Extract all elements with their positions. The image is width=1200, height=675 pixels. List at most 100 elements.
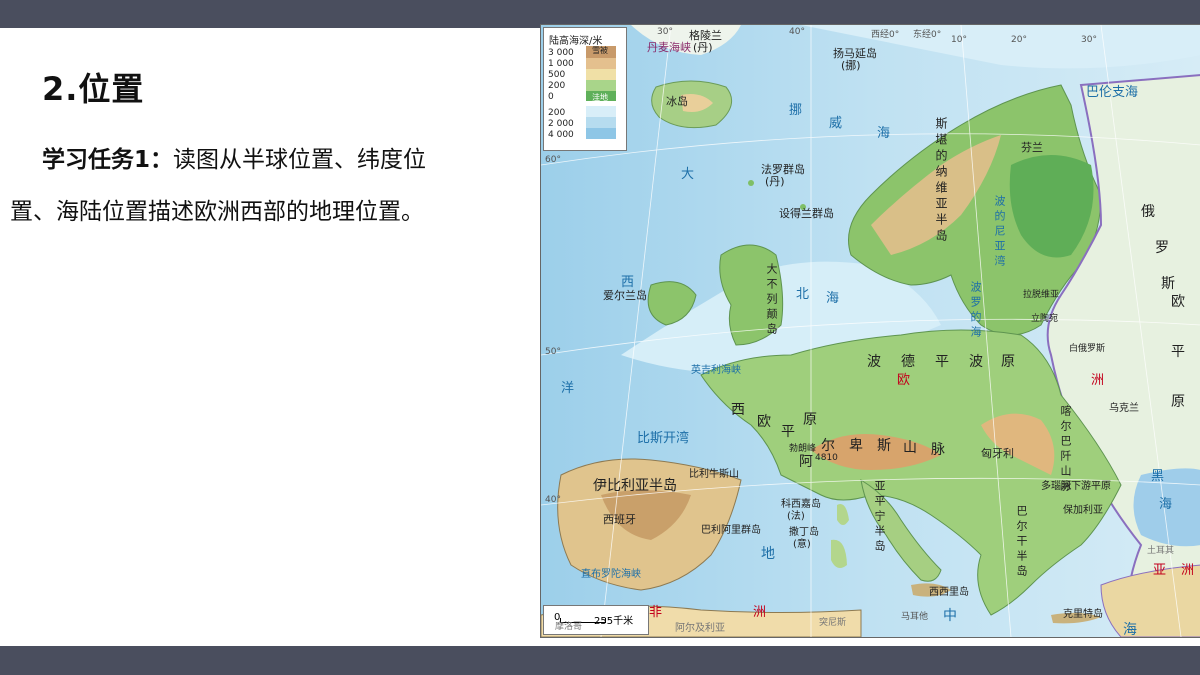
- label-apennine-peninsula: 亚平宁半岛: [873, 480, 886, 555]
- label-english-channel: 英吉利海峡: [691, 365, 741, 376]
- label-jan-mayen-no: (挪): [841, 59, 861, 72]
- label-finland: 芬兰: [1021, 141, 1043, 154]
- label-great-britain: 大不列颠岛: [765, 263, 778, 338]
- label-norwegian-sea-1: 挪: [789, 103, 803, 118]
- label-balearic: 巴利阿里群岛: [701, 525, 761, 536]
- label-malta: 马耳他: [901, 612, 929, 622]
- label-belarus: 白俄罗斯: [1069, 344, 1106, 354]
- legend-swatch-200-depth: [586, 106, 616, 117]
- label-mediterranean-3: 海: [1123, 622, 1137, 638]
- label-algeria: 阿尔及利亚: [675, 623, 725, 634]
- label-baltic-sea: 波罗的海: [969, 281, 982, 341]
- task-label: 学习任务1：: [42, 147, 174, 173]
- label-denmark-strait: 丹麦海峡: [647, 41, 691, 54]
- label-lithuania: 立陶宛: [1031, 314, 1059, 324]
- legend-label: 500: [548, 70, 566, 80]
- label-w-euro-plain-2: 欧: [757, 414, 771, 430]
- graticule-30e: 30°: [1081, 35, 1097, 45]
- legend-label: 0: [548, 92, 554, 102]
- legend-swatch-200: [586, 80, 616, 91]
- label-n-euro-plain-5: 原: [1001, 354, 1015, 370]
- label-mont-blanc: 勃朗峰: [789, 444, 817, 454]
- label-alps-2: 尔: [821, 438, 835, 454]
- label-spain: 西班牙: [603, 513, 636, 526]
- graticule-40n-left: 40°: [545, 495, 561, 505]
- label-north-sea-1: 北: [796, 287, 810, 302]
- legend-label: 1 000: [548, 59, 574, 69]
- label-lower-danube-plain: 多瑙河下游平原: [1041, 481, 1111, 492]
- label-w-euro-plain-1: 西: [731, 402, 745, 418]
- label-scandinavian-peninsula: 斯堪的纳维亚半岛: [934, 117, 948, 245]
- slide-title: 2.位置: [42, 70, 145, 108]
- label-iberian-peninsula: 伊比利亚半岛: [593, 478, 677, 494]
- label-mont-blanc-height: 4810: [815, 453, 838, 463]
- label-russia-3: 斯: [1161, 276, 1175, 292]
- label-balkan-peninsula: 巴尔干半岛: [1015, 505, 1028, 580]
- label-n-euro-plain-2: 德: [901, 354, 915, 370]
- label-gibraltar: 直布罗陀海峡: [581, 569, 641, 580]
- label-gulf-of-bothnia: 波的尼亚湾: [993, 195, 1006, 270]
- legend-label: 4 000: [548, 130, 574, 140]
- label-africa-2: 洲: [753, 605, 767, 620]
- label-russia-1: 俄: [1141, 204, 1155, 220]
- label-ukraine: 乌克兰: [1109, 403, 1139, 414]
- label-sicily: 西西里岛: [929, 587, 969, 598]
- graticule-60n: 60°: [545, 155, 561, 165]
- label-hungary: 匈牙利: [981, 447, 1014, 460]
- label-asia-2: 洲: [1181, 563, 1195, 578]
- label-alps-4: 斯: [877, 438, 891, 454]
- label-asia-1: 亚: [1153, 563, 1167, 578]
- task-text-line1: 读图从半球位置、纬度位: [173, 147, 427, 173]
- label-faroe-dk: (丹): [765, 175, 785, 188]
- label-atlantic-1: 大: [681, 167, 695, 182]
- legend-swatch-2000-depth: [586, 117, 616, 128]
- label-barents-sea: 巴伦支海: [1086, 85, 1139, 100]
- label-black-sea-2: 海: [1159, 497, 1173, 512]
- legend-label: 3 000: [548, 48, 574, 58]
- legend-swatch-4000-depth: [586, 128, 616, 139]
- label-mediterranean-2: 中: [943, 608, 957, 624]
- label-n-euro-plain-1: 波: [867, 354, 881, 370]
- label-alps-3: 卑: [849, 438, 863, 454]
- label-n-euro-plain-4: 波: [969, 354, 983, 370]
- label-europe-1: 欧: [897, 373, 911, 388]
- label-russian-plain-1: 欧: [1171, 294, 1185, 310]
- label-bay-of-biscay: 比斯开湾: [637, 431, 690, 446]
- legend-label: 200: [548, 108, 566, 118]
- label-corsica-fr: (法): [787, 511, 805, 522]
- label-shetland: 设得兰群岛: [779, 207, 834, 220]
- legend-swatch-1000: [586, 58, 616, 69]
- label-russia-2: 罗: [1155, 240, 1169, 256]
- graticule-20e: 20°: [1011, 35, 1027, 45]
- label-iceland: 冰岛: [666, 95, 688, 108]
- label-tunisia: 突尼斯: [819, 618, 847, 628]
- label-atlantic-3: 洋: [561, 381, 575, 396]
- graticule-30w: 30°: [657, 27, 673, 37]
- scale-distance: 255千米: [594, 616, 634, 627]
- label-russian-plain-2: 平: [1171, 344, 1185, 360]
- label-morocco: 摩洛哥: [555, 622, 583, 632]
- graticule-10e: 10°: [951, 35, 967, 45]
- label-black-sea-1: 黑: [1151, 469, 1165, 484]
- label-w-euro-plain-3: 平: [781, 424, 795, 440]
- label-turkey: 土耳其: [1147, 546, 1175, 556]
- faroe-islands: [748, 180, 754, 186]
- label-russian-plain-3: 原: [1171, 394, 1185, 410]
- label-w-euro-plain-4: 原: [803, 412, 817, 428]
- label-latvia: 拉脱维亚: [1023, 290, 1060, 300]
- europe-physical-map: 陆高海深/米 3 000 1 000 500 200 0 200 2 000 4…: [540, 24, 1200, 638]
- label-crete: 克里特岛: [1063, 609, 1103, 620]
- label-greenland-dk: (丹): [693, 41, 713, 54]
- legend-swatch-500: [586, 69, 616, 80]
- graticule-0-west: 西经0°: [871, 30, 900, 40]
- label-norwegian-sea-3: 海: [877, 126, 891, 141]
- bottom-bar: [0, 646, 1200, 675]
- label-mediterranean-1: 地: [761, 546, 775, 562]
- legend-lowland-label: 洼地: [592, 93, 608, 102]
- label-pyrenees: 比利牛斯山: [689, 469, 739, 480]
- label-alps-5: 山: [903, 440, 917, 456]
- legend-label: 200: [548, 81, 566, 91]
- map-legend: 陆高海深/米 3 000 1 000 500 200 0 200 2 000 4…: [543, 27, 627, 151]
- label-alps-1: 阿: [799, 454, 813, 470]
- graticule-0-east: 东经0°: [913, 30, 942, 40]
